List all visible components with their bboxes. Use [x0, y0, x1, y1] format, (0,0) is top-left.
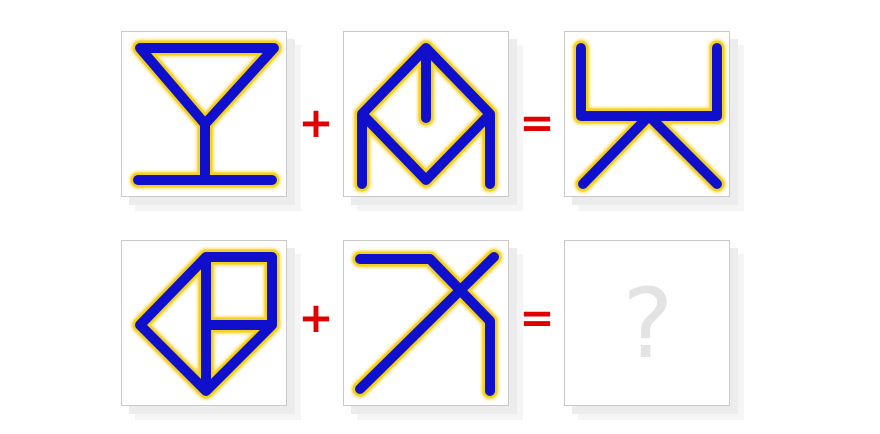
tile-martini-glass: [121, 31, 287, 197]
plus-sign: +: [298, 98, 334, 147]
equals-sign: =: [519, 293, 555, 342]
martini-glass-icon: [129, 39, 283, 189]
question-mark-icon: ?: [622, 268, 674, 380]
envelope-w-icon: [353, 39, 499, 193]
tile-kite-grid: [121, 240, 287, 406]
equals-sign: =: [519, 98, 555, 147]
kite-grid-icon: [131, 248, 281, 400]
sitting-figure-icon: [572, 39, 726, 193]
plus-sign: +: [298, 293, 334, 342]
tile-answer-unknown[interactable]: ?: [564, 240, 730, 406]
tile-sitting-figure: [564, 31, 730, 197]
bent-cross-icon: [351, 248, 503, 400]
tile-envelope-w: [343, 31, 509, 197]
tile-bent-cross: [343, 240, 509, 406]
